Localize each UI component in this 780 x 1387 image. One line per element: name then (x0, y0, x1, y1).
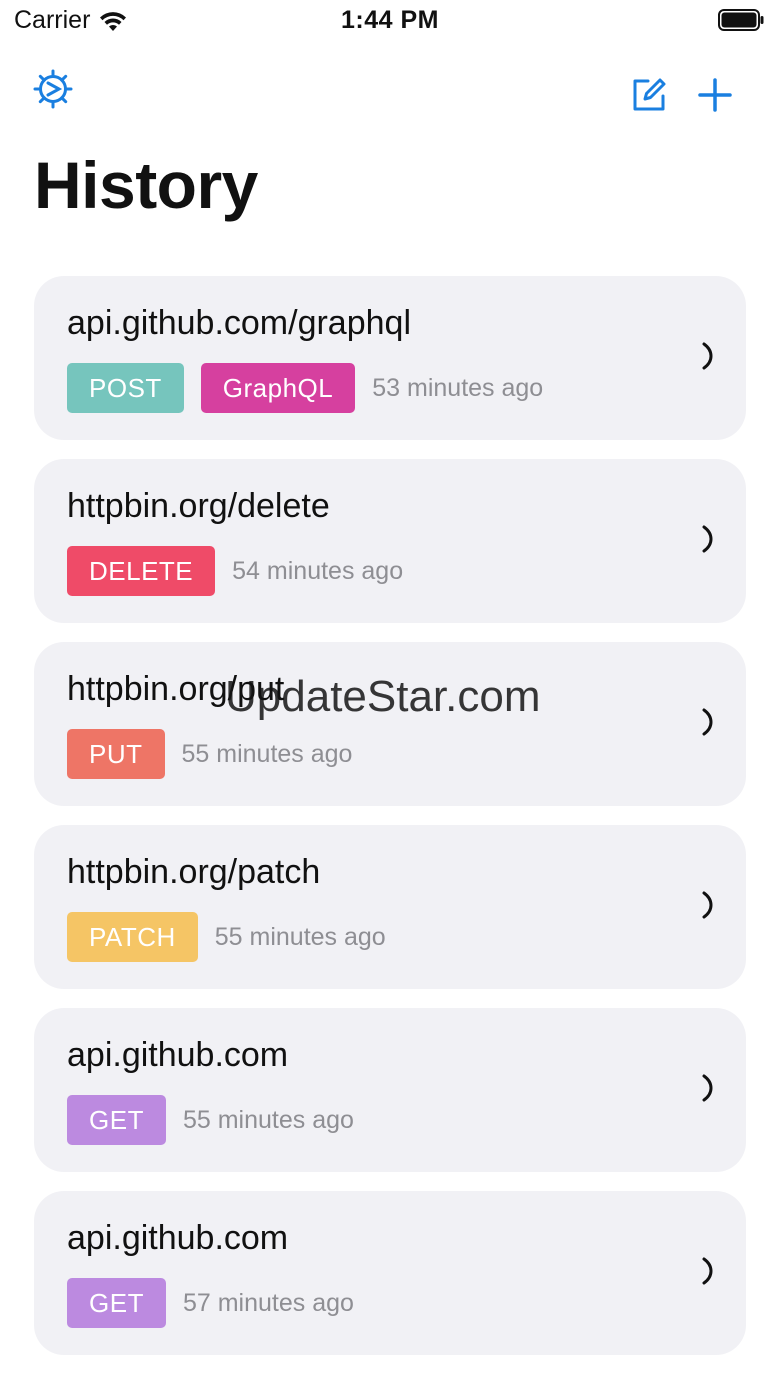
chevron-right-icon (702, 1257, 713, 1285)
request-time: 55 minutes ago (181, 739, 353, 768)
request-time: 55 minutes ago (214, 922, 386, 951)
plus-icon (698, 78, 732, 112)
request-meta: DELETE 54 minutes ago (67, 546, 403, 596)
method-badge: GET (67, 1278, 166, 1328)
method-badge: GET (67, 1095, 166, 1145)
chevron-right-icon (702, 891, 713, 919)
type-badge: GraphQL (200, 363, 356, 413)
method-badge: POST (67, 363, 184, 413)
chevron-right-icon (702, 342, 713, 370)
compose-button[interactable] (628, 74, 670, 116)
request-url: api.github.com (67, 1219, 289, 1257)
request-meta: GET 57 minutes ago (67, 1278, 354, 1328)
chevron-right-icon (702, 708, 713, 736)
nav-bar (0, 60, 780, 130)
request-meta: POST GraphQL 53 minutes ago (67, 363, 543, 413)
gear-icon (33, 69, 73, 109)
status-bar: Carrier 1:44 PM (0, 0, 780, 44)
history-item[interactable]: httpbin.org/delete DELETE 54 minutes ago (34, 459, 746, 623)
history-list: api.github.com/graphql POST GraphQL 53 m… (34, 276, 746, 1374)
history-item[interactable]: api.github.com GET 57 minutes ago (34, 1191, 746, 1355)
request-time: 57 minutes ago (182, 1288, 354, 1317)
request-url: api.github.com/graphql (67, 304, 412, 342)
status-time: 1:44 PM (341, 6, 439, 34)
page-title: History (34, 148, 258, 222)
battery-icon (718, 9, 764, 31)
history-item[interactable]: api.github.com/graphql POST GraphQL 53 m… (34, 276, 746, 440)
method-badge: PATCH (67, 912, 198, 962)
request-url: httpbin.org/patch (67, 853, 321, 891)
request-meta: GET 55 minutes ago (67, 1095, 354, 1145)
request-url: httpbin.org/put (67, 670, 285, 708)
request-url: httpbin.org/delete (67, 487, 330, 525)
compose-icon (633, 78, 666, 111)
request-meta: PATCH 55 minutes ago (67, 912, 386, 962)
history-item[interactable]: api.github.com GET 55 minutes ago (34, 1008, 746, 1172)
chevron-right-icon (702, 1074, 713, 1102)
request-time: 53 minutes ago (372, 373, 544, 402)
method-badge: DELETE (67, 546, 216, 596)
request-meta: PUT 55 minutes ago (67, 729, 352, 779)
request-time: 55 minutes ago (182, 1105, 354, 1134)
request-time: 54 minutes ago (232, 556, 404, 585)
history-item[interactable]: httpbin.org/patch PATCH 55 minutes ago (34, 825, 746, 989)
settings-button[interactable] (30, 66, 76, 112)
history-item[interactable]: httpbin.org/put PUT 55 minutes ago (34, 642, 746, 806)
add-button[interactable] (694, 74, 736, 116)
request-url: api.github.com (67, 1036, 289, 1074)
chevron-right-icon (702, 525, 713, 553)
method-badge: PUT (67, 729, 165, 779)
